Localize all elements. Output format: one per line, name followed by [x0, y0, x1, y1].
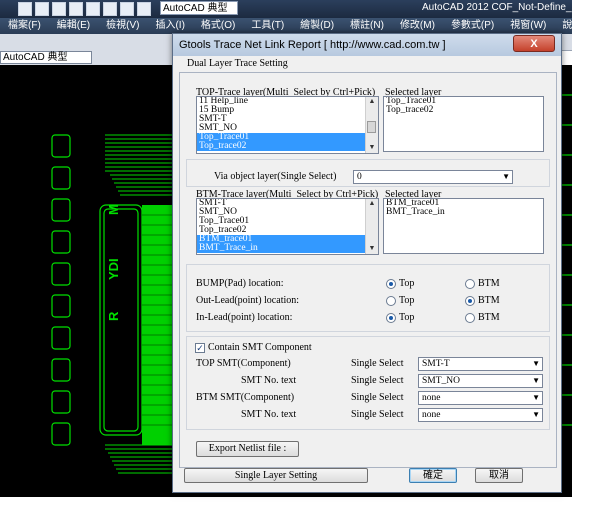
save-as-icon[interactable] [69, 2, 83, 16]
scroll-thumb[interactable] [367, 121, 376, 133]
smt-select[interactable]: SMT-T ▼ [418, 357, 543, 371]
menu-item[interactable]: 修改(M) [392, 18, 443, 34]
location-label: In-Lead(point) location: [196, 312, 293, 323]
radio-top[interactable] [386, 279, 396, 289]
open-file-icon[interactable] [35, 2, 49, 16]
btm-selected-list: BTM_trace01 BMT_Trace_in [384, 199, 543, 217]
top-trace-listbox[interactable]: 11 Help_line 15 Bump SMT-T SMT_NO Top_Trace0… [196, 96, 379, 154]
scroll-down-icon[interactable]: ▼ [366, 244, 378, 254]
menu-item[interactable]: 編輯(E) [49, 18, 98, 34]
chevron-down-icon: ▼ [532, 376, 540, 385]
smt-row-label: BTM SMT(Component) [196, 392, 295, 403]
layer-style-combo[interactable]: AutoCAD 典型 [0, 51, 92, 64]
menu-item[interactable]: 說明(H) [554, 18, 596, 34]
list-item[interactable]: Top_trace02 [384, 105, 543, 115]
radio-label-btm: BTM [478, 278, 500, 289]
undo-icon[interactable] [103, 2, 117, 16]
menu-item[interactable]: 繪製(D) [292, 18, 342, 34]
radio-label-btm: BTM [478, 295, 500, 306]
new-file-icon[interactable] [18, 2, 32, 16]
location-label: BUMP(Pad) location: [196, 278, 284, 289]
close-button[interactable]: X [513, 35, 555, 52]
chevron-down-icon: ▼ [532, 393, 540, 402]
scroll-down-icon[interactable]: ▼ [366, 143, 378, 153]
single-layer-setting-button[interactable]: Single Layer Setting [184, 468, 368, 483]
contain-smt-label: Contain SMT Component [208, 342, 312, 353]
menu-item[interactable]: 插入(I) [147, 18, 192, 34]
smt-row-label: SMT No. text [241, 375, 297, 386]
tab-dual-layer[interactable]: Dual Layer Trace Setting [183, 58, 288, 72]
smt-row-mode: Single Select [351, 375, 404, 386]
radio-label-top: Top [399, 295, 415, 306]
radio-btm[interactable] [465, 279, 475, 289]
smt-select-value: SMT_NO [422, 376, 461, 386]
redo-icon[interactable] [120, 2, 134, 16]
menu-item[interactable]: 參數式(P) [443, 18, 502, 34]
menu-item[interactable]: 工具(T) [243, 18, 292, 34]
dialog-title: Gtools Trace Net Link Report [ http://ww… [179, 39, 446, 51]
scroll-up-icon[interactable]: ▲ [366, 199, 378, 209]
btm-trace-list: SMT-T SMT_NO Top_Trace01 Top_trace02 BTM_tra… [197, 199, 378, 253]
list-item[interactable]: Top_trace02 [197, 141, 378, 151]
save-icon[interactable] [52, 2, 66, 16]
radio-top[interactable] [386, 296, 396, 306]
quick-access-toolbar [18, 1, 151, 17]
btm-selected-listbox[interactable]: BTM_trace01 BMT_Trace_in [383, 198, 544, 254]
menu-item[interactable]: 標註(N) [342, 18, 392, 34]
smt-row-label: TOP SMT(Component) [196, 358, 291, 369]
via-layer-value: 0 [357, 172, 362, 182]
via-layer-select[interactable]: 0 ▼ [353, 170, 513, 184]
radio-label-btm: BTM [478, 312, 500, 323]
chevron-down-icon: ▼ [532, 410, 540, 419]
via-label: Via object layer(Single Select) [214, 171, 337, 182]
radio-label-top: Top [399, 312, 415, 323]
radio-label-top: Top [399, 278, 415, 289]
autocad-menu-bar: 檔案(F) 編輯(E) 檢視(V) 插入(I) 格式(O) 工具(T) 繪製(D) 標註(N)… [0, 18, 596, 34]
top-trace-scrollbar[interactable]: ▲ ▼ [365, 97, 378, 153]
chevron-down-icon: ▼ [502, 172, 510, 181]
smt-select-value: none [422, 393, 441, 403]
smt-row-mode: Single Select [351, 358, 404, 369]
smt-row-label: SMT No. text [241, 409, 297, 420]
smt-select-value: none [422, 410, 441, 420]
gtools-dialog: Gtools Trace Net Link Report [ http://ww… [172, 33, 562, 493]
smt-select[interactable]: none ▼ [418, 391, 543, 405]
top-trace-list: 11 Help_line 15 Bump SMT-T SMT_NO Top_Trace0… [197, 97, 378, 151]
btm-trace-listbox[interactable]: SMT-T SMT_NO Top_Trace01 Top_trace02 BTM_tra… [196, 198, 379, 255]
smt-select[interactable]: SMT_NO ▼ [418, 374, 543, 388]
contain-smt-checkbox[interactable]: ✓ [195, 343, 205, 353]
canvas-text-m: M [106, 204, 121, 215]
menu-item[interactable]: 檔案(F) [0, 18, 49, 34]
radio-top[interactable] [386, 313, 396, 323]
menu-item[interactable]: 檢視(V) [98, 18, 147, 34]
scroll-up-icon[interactable]: ▲ [366, 97, 378, 107]
radio-btm[interactable] [465, 296, 475, 306]
top-selected-listbox[interactable]: Top_Trace01 Top_trace02 [383, 96, 544, 152]
radio-btm[interactable] [465, 313, 475, 323]
canvas-text-r: R [106, 311, 121, 321]
top-selected-list: Top_Trace01 Top_trace02 [384, 97, 543, 115]
smt-select-value: SMT-T [422, 359, 450, 369]
list-item[interactable]: BMT_Trace_in [384, 207, 543, 217]
smt-row-mode: Single Select [351, 392, 404, 403]
export-netlist-button[interactable]: Export Netlist file : [196, 441, 299, 457]
ok-button[interactable]: 確定 [409, 468, 457, 483]
workspace-selector[interactable]: AutoCAD 典型 [160, 1, 238, 15]
list-item[interactable]: BMT_Trace_in [197, 243, 378, 253]
gear-icon[interactable] [137, 2, 151, 16]
menu-item[interactable]: 視窗(W) [502, 18, 554, 34]
smt-row-mode: Single Select [351, 409, 404, 420]
btm-trace-scrollbar[interactable]: ▲ ▼ [365, 199, 378, 254]
menu-item[interactable]: 格式(O) [193, 18, 243, 34]
smt-select[interactable]: none ▼ [418, 408, 543, 422]
print-icon[interactable] [86, 2, 100, 16]
cancel-button[interactable]: 取消 [475, 468, 523, 483]
canvas-text-ydi: YDI [106, 258, 121, 280]
autocad-window-title: AutoCAD 2012 COF_Not-Define_S [422, 2, 579, 13]
location-label: Out-Lead(point) location: [196, 295, 300, 306]
chevron-down-icon: ▼ [532, 359, 540, 368]
